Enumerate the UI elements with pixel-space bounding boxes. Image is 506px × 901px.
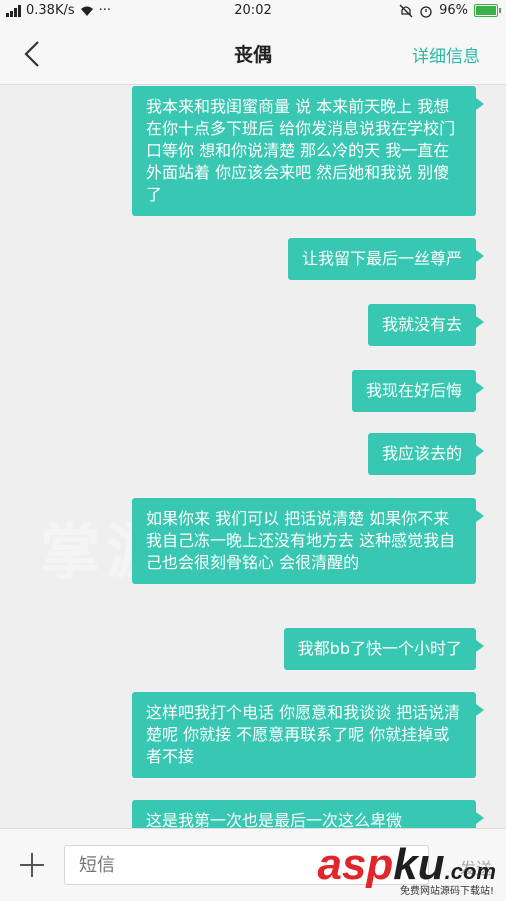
- alarm-icon: [420, 5, 432, 18]
- message-bubble[interactable]: 我本来和我闺蜜商量 说 本来前天晚上 我想在你十点多下班后 给你发消息说我在学校…: [132, 86, 484, 216]
- logo-tagline: 免费网站源码下载站!: [399, 886, 494, 897]
- status-right: 96%: [399, 3, 501, 18]
- message-bubble[interactable]: 我都bb了快一个小时了: [283, 628, 485, 670]
- conversation-header: 丧偶 详细信息: [0, 24, 506, 85]
- message-list[interactable]: 掌游宝 我本来和我闺蜜商量 说 本来前天晚上 我想在你十点多下班后 给你发消息说…: [0, 84, 506, 828]
- message-bubble[interactable]: 这样吧我打个电话 你愿意和我谈谈 把话说清楚呢 你就接 不愿意再联系了呢 你就挂…: [132, 692, 484, 778]
- message-bubble[interactable]: 我现在好后悔: [351, 370, 485, 412]
- status-bar: 0.38K/s ··· 20:02 96%: [0, 0, 506, 24]
- message-bubble[interactable]: 我就没有去: [367, 304, 485, 346]
- details-button[interactable]: 详细信息: [412, 42, 480, 67]
- mute-icon: [399, 4, 413, 17]
- battery-percent: 96%: [439, 3, 468, 18]
- message-bubble[interactable]: 我应该去的: [367, 433, 485, 475]
- logo-suffix: .com: [444, 859, 496, 884]
- message-bubble[interactable]: 如果你来 我们可以 把话说清楚 如果你不来 我自己冻一晚上还没有地方去 这种感觉…: [132, 498, 484, 584]
- message-bubble[interactable]: 让我留下最后一丝尊严: [287, 238, 485, 280]
- logo-part-a: asp: [317, 840, 394, 889]
- battery-icon: [474, 4, 501, 17]
- message-bubble[interactable]: 这是我第一次也是最后一次这么卑微: [132, 800, 484, 828]
- add-attachment-icon[interactable]: [18, 851, 46, 879]
